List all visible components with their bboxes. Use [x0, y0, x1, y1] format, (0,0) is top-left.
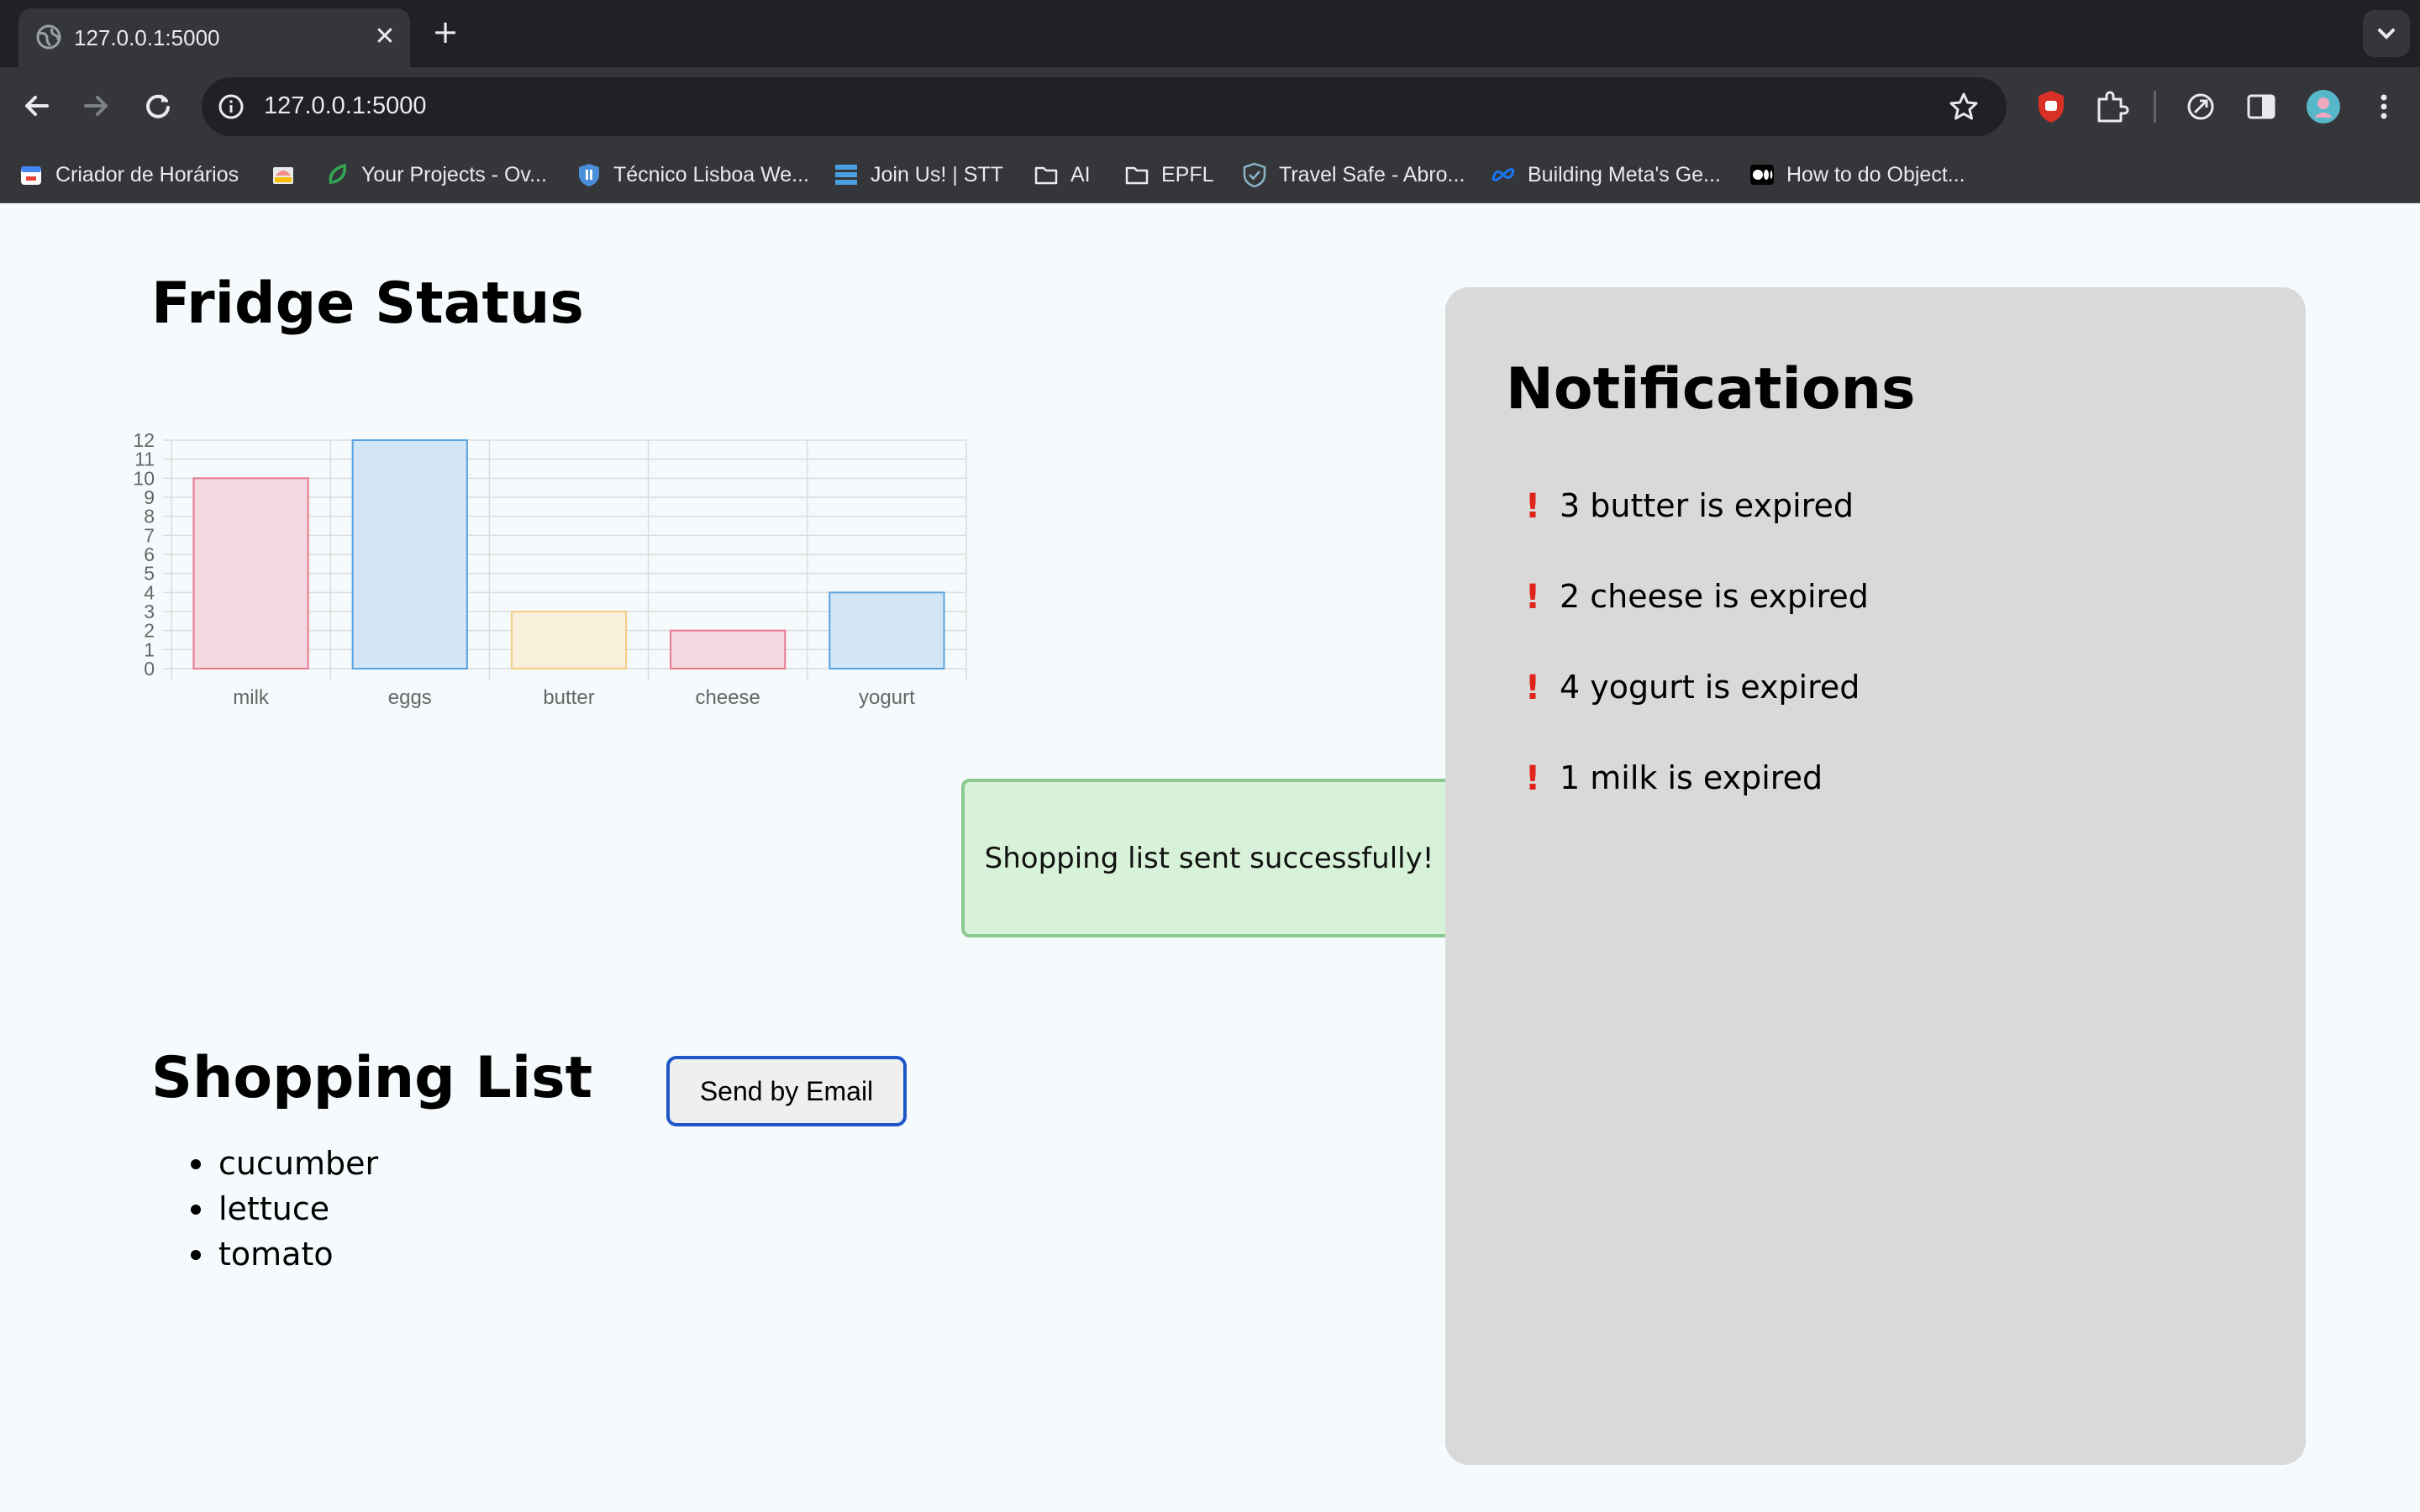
kebab-menu-icon[interactable]: [2365, 87, 2403, 126]
toast-message: Shopping list sent successfully!: [984, 841, 1434, 875]
fridge-status-title: Fridge Status: [151, 270, 584, 337]
browser-toolbar: 127.0.0.1:5000: [0, 67, 2420, 146]
reload-icon[interactable]: [138, 86, 178, 126]
globe-icon: [36, 24, 61, 50]
y-tick-label: 6: [144, 543, 155, 565]
bookmark-folder[interactable]: AI: [1034, 158, 1091, 192]
back-icon[interactable]: [17, 86, 57, 126]
notification-text: 1 milk is expired: [1560, 759, 1823, 796]
profile-avatar[interactable]: [2304, 87, 2343, 126]
bar-milk: [192, 477, 309, 670]
notification-text: 4 yogurt is expired: [1560, 669, 1860, 706]
notification-text: 3 butter is expired: [1560, 487, 1854, 524]
shopping-list-title: Shopping List: [151, 1045, 593, 1111]
shopping-list-item: cucumber: [188, 1141, 378, 1186]
bar-butter: [510, 611, 628, 669]
grid-icon: [835, 165, 857, 185]
y-tick-label: 5: [144, 563, 155, 585]
y-tick-label: 12: [133, 429, 155, 451]
bookmark-item[interactable]: Join Us! | STT: [834, 158, 1003, 192]
notifications-panel: Notifications ! 3 butter is expired! 2 che…: [1445, 287, 2306, 1465]
y-tick-label: 7: [144, 524, 155, 546]
bookmark-item[interactable]: [271, 158, 308, 192]
bookmark-item[interactable]: How to do Object...: [1749, 158, 1965, 192]
notifications-list: ! 3 butter is expired! 2 cheese is expired…: [1518, 487, 1869, 850]
x-tick-label: cheese: [696, 686, 760, 709]
inbox-icon: [273, 167, 293, 184]
fridge-bar-chart: 0123456789101112milk eggs butter cheese yogu…: [133, 429, 967, 709]
send-by-email-button[interactable]: Send by Email: [666, 1056, 907, 1126]
bookmark-item[interactable]: Travel Safe - Abro...: [1242, 158, 1465, 192]
notification-item: ! 2 cheese is expired: [1518, 578, 1869, 669]
bar-yogurt: [829, 591, 945, 669]
leaf-icon: [329, 163, 346, 185]
y-tick-label: 10: [133, 467, 155, 489]
alert-icon: !: [1524, 487, 1541, 526]
bookmark-item[interactable]: Criador de Horários: [18, 158, 239, 192]
x-tick-label: eggs: [388, 686, 432, 709]
shopping-list: cucumber lettuce tomato: [188, 1141, 378, 1277]
meta-icon: [1491, 168, 1515, 181]
shield-icon: [579, 164, 599, 186]
sidebar-icon[interactable]: [2242, 87, 2281, 126]
address-bar[interactable]: 127.0.0.1:5000: [202, 77, 2007, 136]
tab-title: 127.0.0.1:5000: [74, 25, 220, 50]
bookmark-item[interactable]: Building Meta's Ge...: [1491, 158, 1721, 192]
notification-item: ! 3 butter is expired: [1518, 487, 1869, 578]
y-tick-label: 11: [134, 449, 155, 470]
toolbar-divider: [2154, 91, 2156, 123]
extension-shield-icon[interactable]: [2032, 87, 2070, 126]
y-tick-label: 2: [144, 620, 155, 642]
bar-eggs: [351, 439, 468, 669]
site-info-icon[interactable]: [213, 89, 249, 124]
notification-item: ! 1 milk is expired: [1518, 759, 1869, 850]
bar-cheese: [670, 629, 786, 669]
folder-icon: [1034, 166, 1058, 185]
tab-close-icon[interactable]: ✕: [370, 22, 400, 52]
check-shield-icon: [1243, 162, 1266, 187]
new-tab-button[interactable]: +: [429, 15, 462, 49]
alert-icon: !: [1524, 669, 1541, 707]
notifications-title: Notifications: [1506, 356, 1916, 423]
forward-icon[interactable]: [76, 86, 116, 126]
alert-icon: !: [1524, 759, 1541, 798]
notification-item: ! 4 yogurt is expired: [1518, 669, 1869, 759]
bookmark-folder[interactable]: EPFL: [1124, 158, 1214, 192]
y-tick-label: 8: [144, 506, 155, 528]
y-tick-label: 0: [144, 658, 155, 680]
y-tick-label: 4: [144, 581, 155, 603]
folder-icon: [1125, 166, 1149, 185]
medium-icon: [1750, 165, 1774, 185]
alert-icon: !: [1524, 578, 1541, 617]
x-tick-label: yogurt: [859, 686, 915, 709]
shopping-list-item: lettuce: [188, 1186, 378, 1231]
success-toast: Shopping list sent successfully!: [961, 779, 1457, 937]
y-tick-label: 1: [144, 638, 155, 660]
x-tick-label: butter: [543, 686, 594, 709]
tab-strip: 127.0.0.1:5000 ✕ +: [0, 0, 2420, 67]
bookmarks-bar: Criador de Horários Your Projects - Ov..…: [0, 146, 2420, 203]
x-tick-label: milk: [233, 686, 270, 709]
tab-search-button[interactable]: [2363, 10, 2410, 57]
url-text[interactable]: 127.0.0.1:5000: [264, 92, 427, 120]
y-tick-label: 9: [144, 486, 155, 508]
bookmark-item[interactable]: Técnico Lisboa We...: [576, 158, 809, 192]
y-tick-label: 3: [144, 601, 155, 622]
calendar-icon: [21, 166, 41, 185]
browser-tab[interactable]: 127.0.0.1:5000 ✕: [18, 8, 410, 67]
puzzle-icon[interactable]: [2092, 87, 2131, 126]
bookmark-item[interactable]: Your Projects - Ov...: [324, 158, 547, 192]
star-icon[interactable]: [1948, 91, 1980, 123]
notification-text: 2 cheese is expired: [1560, 578, 1869, 615]
leaf-icon[interactable]: [2181, 87, 2220, 126]
page-content: Fridge Status 0 1 2 3 4 5 6 7 8 9 10 11 12 milk eggs bu…: [0, 203, 2420, 1512]
shopping-list-item: tomato: [188, 1231, 378, 1277]
